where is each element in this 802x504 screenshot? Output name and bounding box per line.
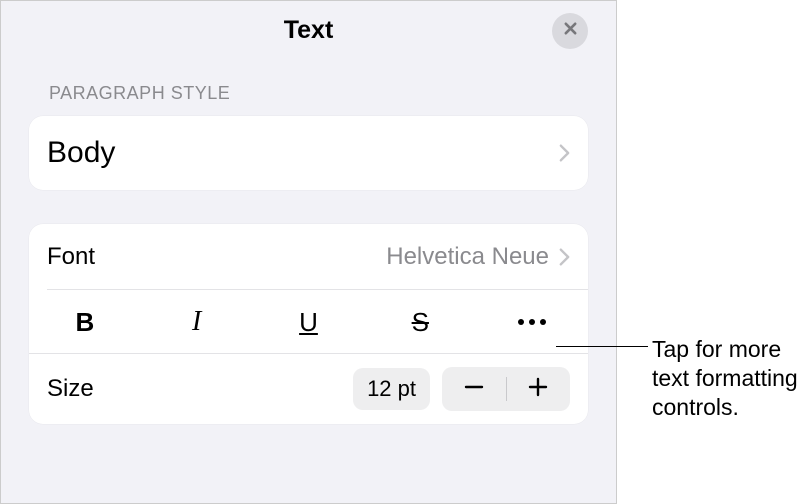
callout-text: Tap for more text formatting controls. xyxy=(652,335,802,421)
minus-icon xyxy=(463,376,485,403)
strikethrough-button[interactable]: S xyxy=(364,290,476,354)
panel-header: Text xyxy=(29,1,588,59)
underline-button[interactable]: U xyxy=(253,290,365,354)
panel-title: Text xyxy=(284,16,334,45)
ellipsis-icon xyxy=(518,319,546,325)
font-value: Helvetica Neue xyxy=(95,243,549,271)
size-row: Size 12 pt xyxy=(29,354,588,424)
chevron-right-icon xyxy=(559,247,570,267)
size-increase-button[interactable] xyxy=(507,367,571,411)
close-icon xyxy=(563,21,578,41)
callout-annotation: Tap for more text formatting controls. xyxy=(617,0,802,504)
font-label: Font xyxy=(47,243,95,271)
paragraph-style-section-label: Paragraph Style xyxy=(29,83,588,104)
plus-icon xyxy=(527,376,549,403)
text-format-panel: Text Paragraph Style Body Font Helvetica… xyxy=(0,0,617,504)
format-buttons-row: B I U S xyxy=(29,290,588,354)
chevron-right-icon xyxy=(559,143,570,163)
paragraph-style-card: Body xyxy=(29,116,588,190)
bold-button[interactable]: B xyxy=(29,290,141,354)
italic-button[interactable]: I xyxy=(141,290,253,354)
text-attributes-card: Font Helvetica Neue B I U S Si xyxy=(29,224,588,424)
close-button[interactable] xyxy=(552,13,588,49)
font-row[interactable]: Font Helvetica Neue xyxy=(29,224,588,290)
paragraph-style-row[interactable]: Body xyxy=(29,116,588,190)
size-label: Size xyxy=(47,375,94,403)
size-value[interactable]: 12 pt xyxy=(353,368,430,410)
size-stepper xyxy=(442,367,570,411)
size-decrease-button[interactable] xyxy=(442,367,506,411)
callout-leader-line xyxy=(556,346,648,347)
more-options-button[interactable] xyxy=(476,290,588,354)
paragraph-style-name: Body xyxy=(47,136,549,170)
